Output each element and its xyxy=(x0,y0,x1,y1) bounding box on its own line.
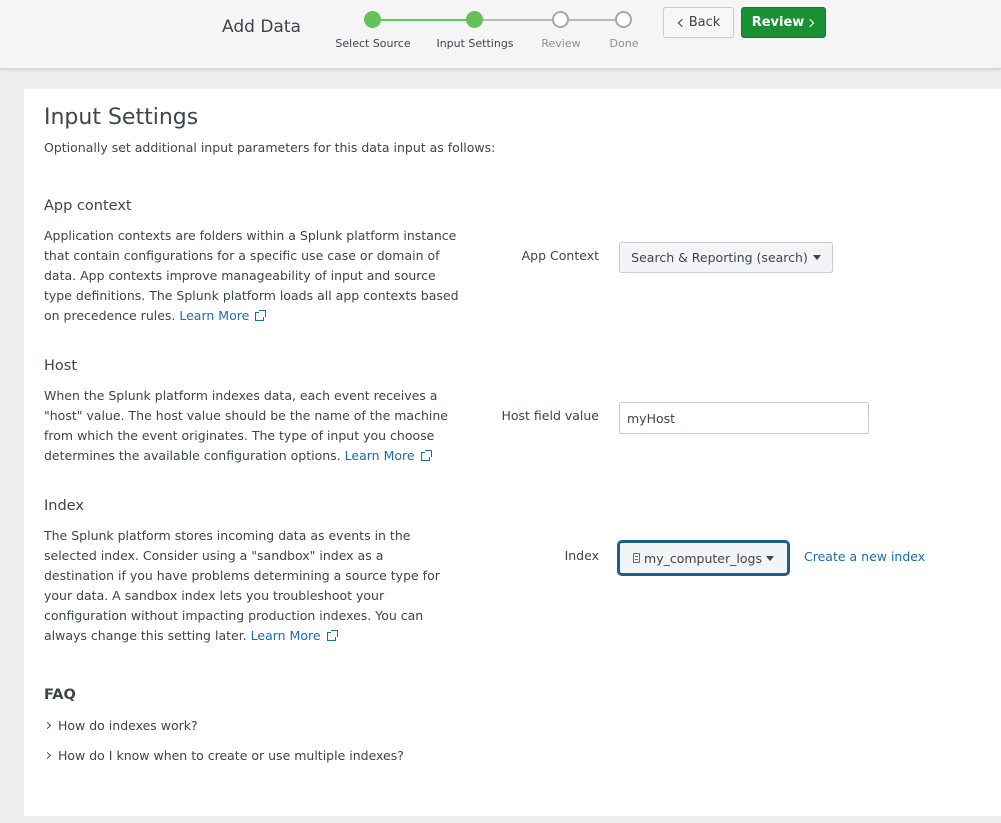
index-learn-more-link[interactable]: Learn More xyxy=(250,628,338,643)
step-label-select-source: Select Source xyxy=(335,37,411,50)
host-heading: Host xyxy=(44,358,78,374)
index-selected: my_computer_logs xyxy=(644,550,762,566)
step-label-done: Done xyxy=(609,37,639,50)
index-dropdown[interactable]: my_computer_logs xyxy=(617,540,790,576)
host-field-input[interactable] xyxy=(619,402,869,434)
faq-heading: FAQ xyxy=(44,687,76,703)
step-label-input-settings: Input Settings xyxy=(436,37,514,50)
caret-down-icon xyxy=(812,255,821,260)
learn-more-label: Learn More xyxy=(344,448,415,463)
host-learn-more-link[interactable]: Learn More xyxy=(344,448,432,463)
external-link-icon xyxy=(420,450,432,461)
step-dot-input-settings xyxy=(466,11,483,28)
step-dot-select-source xyxy=(364,11,381,28)
step-dot-review xyxy=(552,11,569,28)
learn-more-label: Learn More xyxy=(179,308,250,323)
index-label: Index xyxy=(564,548,599,563)
app-context-description: Application contexts are folders within … xyxy=(44,226,464,326)
review-button[interactable]: Review xyxy=(741,7,826,38)
stepper-line-complete xyxy=(372,19,475,21)
database-icon xyxy=(633,553,641,563)
index-description: The Splunk platform stores incoming data… xyxy=(44,526,444,646)
input-settings-panel: Input Settings Optionally set additional… xyxy=(24,89,1001,816)
chevron-left-icon xyxy=(677,18,686,27)
chevron-right-icon xyxy=(806,18,815,27)
page-title: Input Settings xyxy=(44,105,199,130)
chevron-right-icon xyxy=(43,721,52,730)
app-context-selected: Search & Reporting (search) xyxy=(631,250,808,265)
index-description-text: The Splunk platform stores incoming data… xyxy=(44,528,440,643)
external-link-icon xyxy=(255,310,267,321)
page-header-title: Add Data xyxy=(222,17,301,37)
faq-item[interactable]: How do indexes work? xyxy=(43,718,198,733)
learn-more-label: Learn More xyxy=(250,628,321,643)
faq-item[interactable]: How do I know when to create or use mult… xyxy=(43,748,404,763)
index-heading: Index xyxy=(44,498,84,514)
create-new-index-link[interactable]: Create a new index xyxy=(804,549,925,564)
header-bar: Add Data Select Source Input Settings Re… xyxy=(0,0,1001,69)
review-button-label: Review xyxy=(751,15,805,30)
host-field-label: Host field value xyxy=(501,408,599,423)
page-subtitle: Optionally set additional input paramete… xyxy=(44,140,496,155)
step-dot-done xyxy=(615,11,632,28)
app-context-label: App Context xyxy=(521,248,599,263)
back-button-label: Back xyxy=(688,15,721,30)
back-button[interactable]: Back xyxy=(663,7,734,38)
step-label-review: Review xyxy=(541,37,581,50)
app-context-heading: App context xyxy=(44,198,132,214)
app-context-dropdown[interactable]: Search & Reporting (search) xyxy=(619,242,833,273)
host-description: When the Splunk platform indexes data, e… xyxy=(44,386,464,466)
external-link-icon xyxy=(326,630,338,641)
chevron-right-icon xyxy=(43,751,52,760)
faq-question: How do indexes work? xyxy=(58,718,198,733)
faq-question: How do I know when to create or use mult… xyxy=(58,748,404,763)
stepper-line-pending xyxy=(475,19,623,21)
caret-down-icon xyxy=(765,555,774,561)
app-context-learn-more-link[interactable]: Learn More xyxy=(179,308,267,323)
